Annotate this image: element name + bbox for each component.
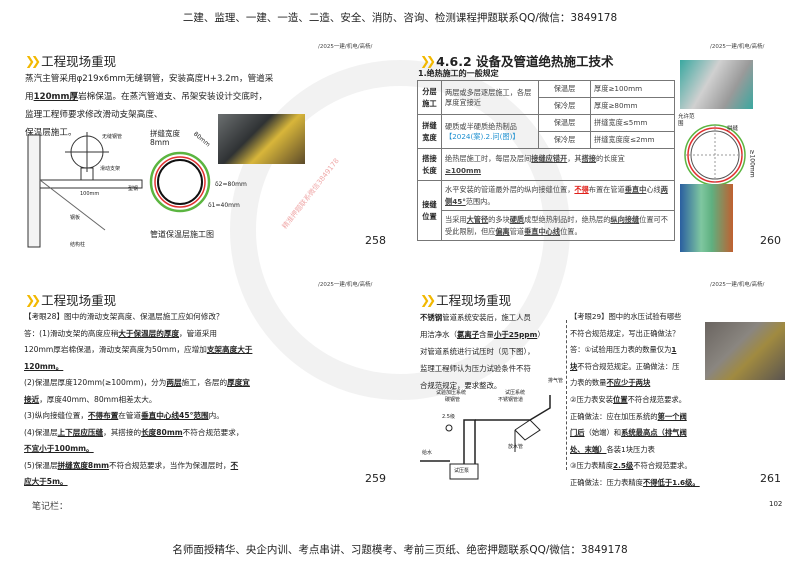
label-stainless-pipe: 不锈钢管道 — [498, 397, 524, 403]
slide-number: 260 — [760, 234, 781, 247]
cell: 厚度≥80mm — [590, 97, 675, 115]
slide-title: ❯❯ 工程现场重现 — [25, 51, 116, 70]
cell: 绝热层施工时，每层及层间接缝应错开，其搭接的长度宜 ≥100mm — [441, 148, 675, 181]
text-line: 蒸汽主管采用φ219x6mm无缝钢管，安装高度H+3.2m，管道采 — [25, 74, 274, 84]
notes-label: 笔记栏： — [32, 502, 69, 512]
text-line: 不锈钢管道系统安装后，施工人员 — [420, 313, 531, 322]
pipe-photo — [680, 184, 733, 252]
label-dim: 100mm — [80, 191, 100, 197]
insulation-rules-table: 分层施工 两层或多层逐层施工，各层厚度宜接近 保温层 厚度≥100mm 保冷层 厚度≥8… — [417, 80, 675, 241]
text-line: 不宜小于100mm。 — [24, 444, 94, 453]
cell: 硬质或半硬质绝热制品 【2024(案).2.问(图)】 — [441, 114, 539, 149]
insulation-material-photo — [680, 60, 753, 109]
seam-diagram — [684, 124, 746, 186]
page-footer: 名师面授精华、央企内训、考点串讲、习题模考、考前三页纸、绝密押题联系QQ/微信：… — [172, 544, 628, 556]
page-header: 二建、监理、一建、一造、二造、安全、消防、咨询、检测课程押题联系QQ/微信：38… — [182, 12, 618, 24]
text-line: 120mm。 — [24, 361, 64, 371]
slide-number: 258 — [365, 234, 386, 247]
label-dim: ≥100mm — [748, 149, 756, 178]
cell: 两层或多层逐层施工，各层厚度宜接近 — [441, 80, 539, 115]
row-header: 分层施工 — [417, 80, 442, 115]
chevron-icon: ❯❯ — [25, 292, 41, 307]
label-press-system: 试验加压系统 — [436, 390, 467, 396]
label-pipe: 无缝钢管 — [102, 134, 123, 140]
label-gauge-grade: 2.5级 — [442, 414, 455, 420]
label-plate: 钢板 — [70, 215, 81, 221]
slide-title: ❯❯ 工程现场重现 — [420, 290, 511, 309]
label-carbon-pipe: 碳钢管 — [445, 397, 461, 403]
label-beam: 型钢 — [128, 186, 139, 192]
label-test-pump: 试压泵 — [454, 468, 470, 474]
title-text: 工程现场重现 — [41, 293, 117, 308]
label-seam: 拼缝 — [727, 126, 739, 132]
chevron-icon: ❯❯ — [420, 292, 436, 307]
figure-caption: 管道保温层施工图 — [150, 230, 214, 239]
pressure-test-photo — [705, 322, 785, 380]
text-line: 答：(1)滑动支架的高度应稍大于保温层的厚度，管道采用 — [24, 328, 218, 338]
cell: 厚度≥100mm — [590, 80, 675, 98]
slide-number: 261 — [760, 472, 781, 485]
breadcrumb: /2025一建/机电/高杨/ — [318, 282, 373, 288]
breadcrumb: /2025一建/机电/高杨/ — [710, 282, 765, 288]
label-gap-width: 拼缝宽度8mm — [150, 129, 180, 147]
insulation-diagram — [149, 151, 211, 213]
text-line: 正确做法：压力表精度不得低于1.6级。 — [570, 477, 700, 487]
text-line: (4)保温层上下层应压缝，其搭接的长度80mm不符合规范要求， — [24, 427, 244, 437]
row-header: 拼缝宽度 — [417, 114, 442, 149]
label-delta2: δ2=80mm — [215, 181, 247, 188]
label-delta1: δ1=40mm — [208, 202, 240, 209]
cell: 保冷层 — [538, 97, 591, 115]
cell: 拼缝宽度≤5mm — [590, 114, 675, 132]
text-line: 门后（始端）和系统最高点（排气阀 — [570, 428, 687, 438]
text-line: 用洁净水（氯离子含量小于25ppm） — [420, 330, 545, 339]
subtitle: 1.绝热施工的一般规定 — [418, 69, 499, 78]
row-header: 搭接长度 — [417, 148, 442, 181]
label-test-system: 试压系统 — [505, 390, 526, 396]
chevron-icon: ❯❯ — [420, 53, 436, 68]
label-drain: 放水管 — [508, 444, 524, 450]
text-line: 应大于5m。 — [24, 477, 68, 486]
text-line: (5)保温层拼缝宽度8mm不符合规范要求，当作为保温层时，不 — [24, 460, 239, 470]
text-line: ③压力表精度2.5级不符合规范要求。 — [570, 461, 692, 471]
exam-tag: 【2024(案).2.问(图)】 — [445, 131, 520, 141]
chevron-icon: ❯❯ — [25, 53, 41, 68]
cell: 拼缝宽度度≤2mm — [590, 131, 675, 149]
support-diagram — [27, 132, 143, 248]
text-line: (3)纵向接缝位置，不得布置在管道垂直中心线45°范围内。 — [24, 411, 224, 420]
breadcrumb: /2025一建/机电/高杨/ — [318, 44, 373, 50]
insulated-pipe-photo — [218, 114, 305, 164]
cell: 保冷层 — [538, 131, 591, 149]
text-line: (2)保温层厚度120mm(≥100mm)，分为两层施工，各层的厚度宜 — [24, 378, 250, 387]
text-line: 正确做法：应在加压系统的第一个阀 — [570, 411, 687, 421]
text-line: 接近，厚度40mm、80mm相差太大。 — [24, 394, 157, 404]
text-line: 用120mm厚岩棉保温。在蒸汽管道支、吊架安装设计交底时， — [25, 92, 268, 102]
cell: 当采用大管径的多块硬质成型绝热制品时，绝热层的纵向接缝位置可不受此限制，但应偏离… — [441, 210, 675, 241]
text-line: ②压力表安装位置不符合规范要求。 — [570, 394, 686, 404]
slide-number: 259 — [365, 472, 386, 485]
label-allow-range: 允许范围 — [678, 114, 695, 127]
slide-title: ❯❯ 工程现场重现 — [25, 290, 116, 309]
label-slide-support: 滑动支架 — [100, 166, 121, 172]
cell: 水平安装的管道最外层的纵向接缝位置，不得布置在管道垂直中心线两侧45°范围内。 — [441, 180, 675, 211]
text-line: 处、末端）各装1块压力表 — [570, 444, 655, 454]
label-vent: 排气管 — [548, 378, 564, 384]
divider — [566, 320, 567, 470]
title-text: 工程现场重现 — [436, 293, 512, 308]
title-text: 工程现场重现 — [41, 54, 117, 69]
row-header: 接缝位置 — [417, 180, 442, 241]
label-water-supply: 给水 — [422, 450, 433, 456]
text-line: 120mm厚岩棉保温，滑动支架高度为50mm，应增加支架高度大于 — [24, 345, 253, 354]
slide-259-text: 【考眼28】图中的滑动支架高度、保温层施工应如何修改？ 答：(1)滑动支架的高度… — [24, 309, 294, 491]
text-line: 监理工程师认为压力试验条件不符 — [420, 364, 531, 373]
question: 【考眼28】图中的滑动支架高度、保温层施工应如何修改？ — [24, 312, 224, 321]
cell: 保温层 — [538, 80, 591, 98]
sheet-page-number: 102 — [769, 500, 783, 508]
cell: 保温层 — [538, 114, 591, 132]
label-column: 结构柱 — [70, 242, 86, 248]
text-line: 对管道系统进行试压时（见下图）， — [420, 347, 535, 356]
breadcrumb: /2025一建/机电/高杨/ — [710, 44, 765, 50]
